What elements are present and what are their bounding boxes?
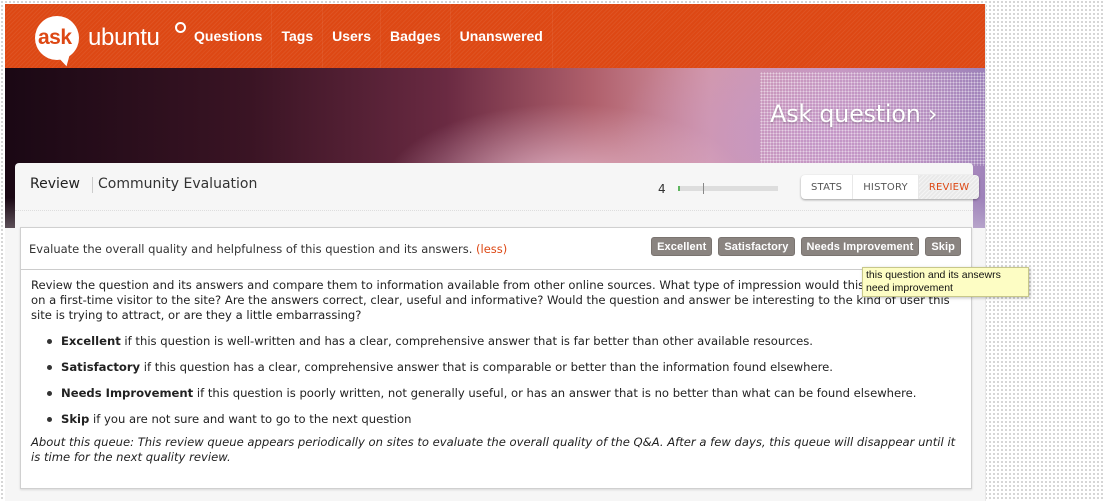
- review-task: Evaluate the overall quality and helpful…: [20, 227, 972, 489]
- option-term: Skip: [61, 412, 90, 426]
- about-queue: About this queue: This review queue appe…: [31, 435, 956, 464]
- option-skip: Skip if you are not sure and want to go …: [45, 409, 963, 435]
- tooltip: this question and its ansewrs need impro…: [862, 267, 1029, 297]
- satisfactory-button[interactable]: Satisfactory: [718, 237, 795, 256]
- instruction-bar: Evaluate the overall quality and helpful…: [21, 228, 971, 270]
- review-progress-marker: [703, 183, 704, 194]
- top-bar: ask ubuntu Questions Tags Users Badges U…: [5, 4, 985, 69]
- nav-unanswered[interactable]: Unanswered: [451, 4, 553, 68]
- nav-questions[interactable]: Questions: [185, 4, 273, 68]
- option-satisfactory: Satisfactory if this question has a clea…: [45, 357, 963, 383]
- option-term: Excellent: [61, 334, 121, 348]
- review-count: 4: [658, 182, 666, 196]
- needs-improvement-button[interactable]: Needs Improvement: [800, 237, 920, 256]
- ask-question-button[interactable]: Ask question ›: [770, 100, 938, 128]
- instructions-content: Review the question and its answers and …: [31, 278, 963, 465]
- page: ask ubuntu Questions Tags Users Badges U…: [5, 4, 985, 501]
- option-text: if this question is well-written and has…: [120, 334, 813, 348]
- page-right-border: [985, 4, 986, 501]
- review-card: Review Community Evaluation 4 STATS HIST…: [15, 163, 980, 491]
- option-term: Needs Improvement: [61, 386, 194, 400]
- less-link[interactable]: (less): [476, 242, 507, 256]
- main-nav: Questions Tags Users Badges Unanswered: [185, 4, 553, 68]
- nav-tags[interactable]: Tags: [272, 4, 324, 68]
- review-progress-bar: [678, 183, 778, 194]
- site-logo[interactable]: ask ubuntu: [30, 14, 190, 69]
- nav-badges[interactable]: Badges: [381, 4, 451, 68]
- ask-question-label: Ask question: [770, 100, 921, 128]
- logo-ubuntu-text: ubuntu: [88, 24, 160, 51]
- review-progress-fill: [678, 186, 680, 191]
- excellent-button[interactable]: Excellent: [651, 237, 713, 256]
- intro-paragraph: Review the question and its answers and …: [31, 278, 954, 322]
- chevron-right-icon: ›: [927, 100, 938, 128]
- breadcrumb-separator: [92, 177, 93, 193]
- review-header: Review Community Evaluation 4 STATS HIST…: [15, 163, 980, 211]
- instruction: Evaluate the overall quality and helpful…: [29, 242, 507, 256]
- tab-stats[interactable]: STATS: [801, 175, 854, 199]
- tab-history[interactable]: HISTORY: [853, 175, 919, 199]
- page-title: Community Evaluation: [98, 176, 258, 192]
- option-excellent: Excellent if this question is well-writt…: [45, 331, 963, 357]
- option-text: if you are not sure and want to go to th…: [89, 412, 412, 426]
- review-tabs: STATS HISTORY REVIEW: [801, 175, 980, 199]
- skip-button[interactable]: Skip: [925, 237, 961, 256]
- nav-users[interactable]: Users: [323, 4, 382, 68]
- review-actions: Excellent Satisfactory Needs Improvement…: [651, 237, 961, 256]
- instruction-text: Evaluate the overall quality and helpful…: [29, 242, 473, 256]
- option-text: if this question is poorly written, not …: [193, 386, 917, 400]
- tab-review[interactable]: REVIEW: [918, 175, 980, 199]
- options-list: Excellent if this question is well-writt…: [45, 331, 963, 435]
- option-needs-improvement: Needs Improvement if this question is po…: [45, 383, 963, 409]
- logo-ask-text: ask: [38, 26, 72, 49]
- breadcrumb-review[interactable]: Review: [30, 176, 80, 192]
- option-text: if this question has a clear, comprehens…: [140, 360, 833, 374]
- option-term: Satisfactory: [61, 360, 141, 374]
